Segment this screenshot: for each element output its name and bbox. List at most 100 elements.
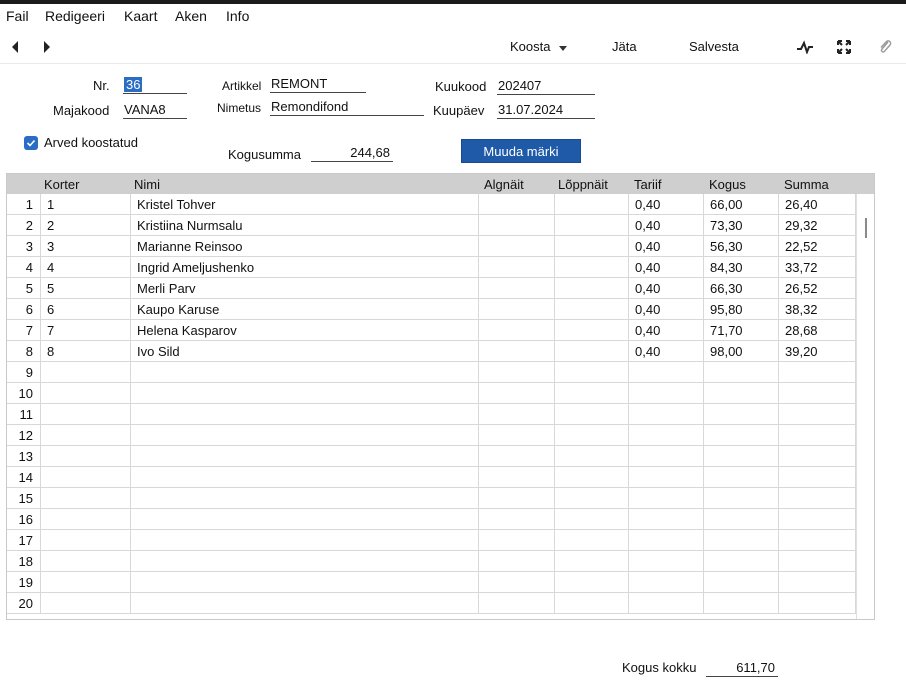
col-nimi[interactable]: Nimi [134, 177, 160, 192]
table-cell[interactable]: 0,40 [629, 236, 704, 257]
table-cell[interactable] [41, 425, 131, 446]
kogusumma-field[interactable]: 244,68 [311, 144, 393, 162]
nimetus-field[interactable]: Remondifond [270, 98, 424, 116]
table-cell[interactable] [704, 404, 779, 425]
table-row[interactable]: 14 [7, 467, 856, 488]
table-row[interactable]: 15 [7, 488, 856, 509]
table-cell[interactable]: Ivo Sild [131, 341, 479, 362]
table-cell[interactable]: Merli Parv [131, 278, 479, 299]
table-cell[interactable] [41, 509, 131, 530]
table-cell[interactable]: Marianne Reinsoo [131, 236, 479, 257]
table-cell[interactable] [479, 257, 555, 278]
chevron-left-icon[interactable] [6, 38, 24, 56]
expand-icon[interactable] [835, 38, 853, 56]
table-cell[interactable] [479, 404, 555, 425]
table-cell[interactable] [779, 551, 856, 572]
table-cell[interactable] [555, 425, 629, 446]
table-cell[interactable] [41, 572, 131, 593]
table-cell[interactable] [779, 593, 856, 614]
table-cell[interactable] [131, 530, 479, 551]
table-cell[interactable] [131, 383, 479, 404]
table-cell[interactable]: 71,70 [704, 320, 779, 341]
table-cell[interactable]: 28,68 [779, 320, 856, 341]
table-cell[interactable] [629, 383, 704, 404]
table-row[interactable]: 19 [7, 572, 856, 593]
table-cell[interactable] [629, 530, 704, 551]
table-cell[interactable] [779, 404, 856, 425]
table-cell[interactable]: Kaupo Karuse [131, 299, 479, 320]
table-cell[interactable] [555, 530, 629, 551]
nr-field[interactable]: 36 [123, 76, 187, 94]
table-cell[interactable] [704, 362, 779, 383]
table-cell[interactable] [131, 446, 479, 467]
table-cell[interactable] [41, 383, 131, 404]
table-cell[interactable] [479, 299, 555, 320]
activity-icon[interactable] [796, 38, 814, 56]
table-cell[interactable] [555, 467, 629, 488]
table-row[interactable]: 2 2 Kristiina Nurmsalu 0,40 73,30 29,32 [7, 215, 856, 236]
table-cell[interactable] [629, 488, 704, 509]
table-cell[interactable] [779, 572, 856, 593]
menu-aken[interactable]: Aken [175, 8, 207, 24]
table-row[interactable]: 11 [7, 404, 856, 425]
table-cell[interactable]: 56,30 [704, 236, 779, 257]
arved-checkbox[interactable] [24, 136, 38, 150]
table-cell[interactable]: 0,40 [629, 341, 704, 362]
table-cell[interactable] [779, 488, 856, 509]
table-cell[interactable]: 1 [41, 194, 131, 215]
table-row[interactable]: 13 [7, 446, 856, 467]
col-korter[interactable]: Korter [44, 177, 79, 192]
table-cell[interactable] [555, 509, 629, 530]
table-cell[interactable] [479, 341, 555, 362]
table-cell[interactable] [704, 509, 779, 530]
table-row[interactable]: 17 [7, 530, 856, 551]
menu-redigeeri[interactable]: Redigeeri [45, 8, 105, 24]
table-cell[interactable] [131, 593, 479, 614]
table-cell[interactable] [629, 362, 704, 383]
table-cell[interactable] [131, 572, 479, 593]
jata-button[interactable]: Jäta [612, 39, 637, 54]
table-cell[interactable] [479, 362, 555, 383]
table-row[interactable]: 3 3 Marianne Reinsoo 0,40 56,30 22,52 [7, 236, 856, 257]
table-cell[interactable] [555, 278, 629, 299]
table-cell[interactable] [555, 215, 629, 236]
table-cell[interactable]: 38,32 [779, 299, 856, 320]
table-cell[interactable] [131, 488, 479, 509]
table-cell[interactable] [479, 530, 555, 551]
table-cell[interactable] [555, 404, 629, 425]
table-cell[interactable]: 3 [41, 236, 131, 257]
artikkel-field[interactable]: REMONT [270, 75, 366, 93]
table-cell[interactable] [704, 530, 779, 551]
table-cell[interactable] [555, 257, 629, 278]
menu-kaart[interactable]: Kaart [124, 8, 157, 24]
table-cell[interactable] [555, 320, 629, 341]
table-cell[interactable] [779, 383, 856, 404]
vertical-scrollbar[interactable] [856, 194, 874, 619]
table-cell[interactable] [555, 488, 629, 509]
table-row[interactable]: 8 8 Ivo Sild 0,40 98,00 39,20 [7, 341, 856, 362]
table-cell[interactable] [779, 446, 856, 467]
table-row[interactable]: 5 5 Merli Parv 0,40 66,30 26,52 [7, 278, 856, 299]
table-cell[interactable] [629, 551, 704, 572]
table-cell[interactable] [555, 383, 629, 404]
table-cell[interactable] [131, 509, 479, 530]
table-cell[interactable] [131, 425, 479, 446]
table-cell[interactable] [779, 362, 856, 383]
table-cell[interactable] [479, 488, 555, 509]
table-cell[interactable] [41, 404, 131, 425]
table-cell[interactable]: 73,30 [704, 215, 779, 236]
chevron-right-icon[interactable] [38, 38, 56, 56]
table-cell[interactable] [779, 425, 856, 446]
table-cell[interactable] [131, 404, 479, 425]
majakood-field[interactable]: VANA8 [123, 101, 187, 119]
table-cell[interactable] [555, 551, 629, 572]
table-cell[interactable] [41, 446, 131, 467]
table-cell[interactable] [704, 593, 779, 614]
table-cell[interactable] [704, 446, 779, 467]
table-cell[interactable]: Kristel Tohver [131, 194, 479, 215]
table-cell[interactable]: 95,80 [704, 299, 779, 320]
table-cell[interactable] [629, 467, 704, 488]
table-cell[interactable] [41, 488, 131, 509]
table-cell[interactable] [479, 425, 555, 446]
table-cell[interactable] [555, 446, 629, 467]
